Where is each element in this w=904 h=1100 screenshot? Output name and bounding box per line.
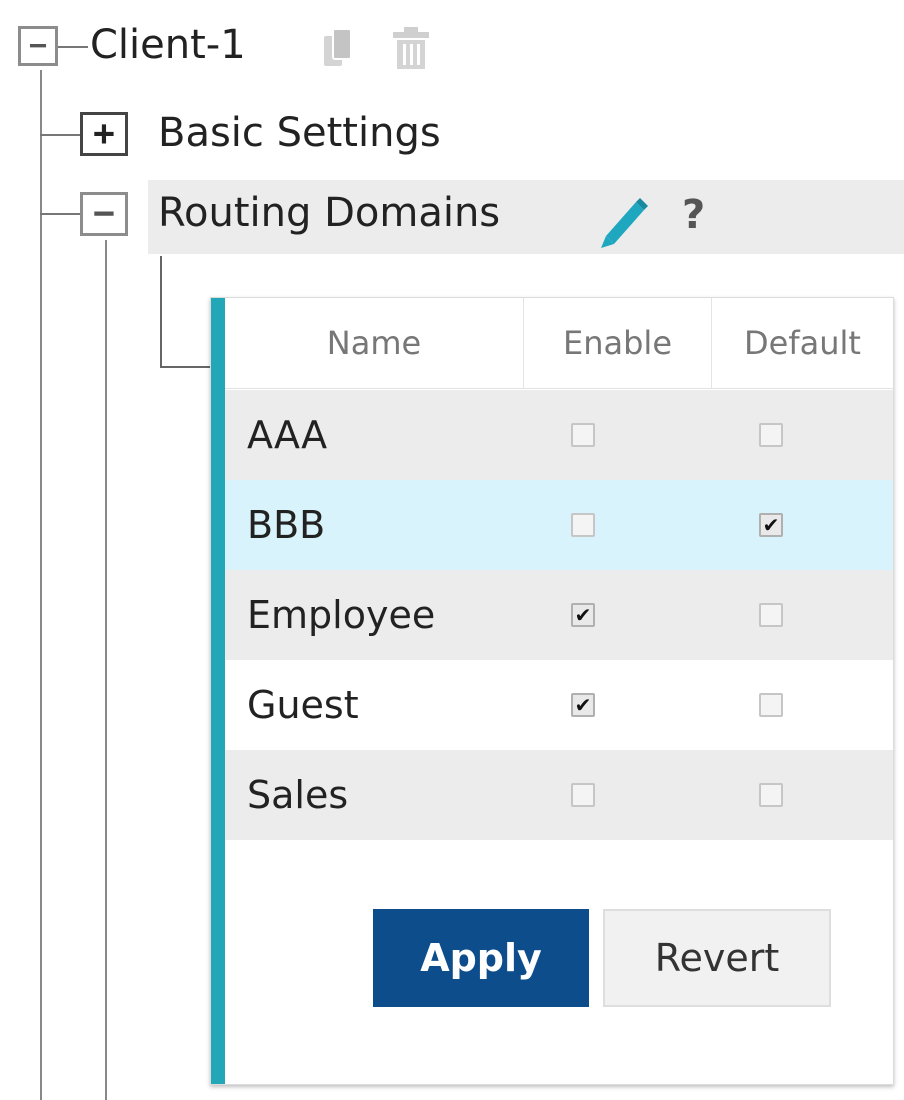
- table-row[interactable]: AAA: [225, 390, 893, 480]
- enable-checkbox[interactable]: [571, 783, 595, 807]
- routing-domains-panel: Name Enable Default AAA BBB ✔ Employee ✔ Gues…: [210, 297, 894, 1085]
- tree-line-routing-connector: [40, 213, 80, 215]
- column-header-name[interactable]: Name: [225, 298, 523, 388]
- tree-node-basic-settings[interactable]: Basic Settings: [158, 110, 441, 156]
- row-name: AAA: [247, 413, 328, 457]
- tree-node-routing-domains[interactable]: Routing Domains: [158, 190, 500, 236]
- enable-checkbox[interactable]: ✔: [571, 693, 595, 717]
- table-row[interactable]: BBB ✔: [225, 480, 893, 570]
- table-row[interactable]: Guest ✔: [225, 660, 893, 750]
- row-name: Guest: [247, 683, 359, 727]
- column-header-default[interactable]: Default: [711, 298, 893, 388]
- row-name: Sales: [247, 773, 349, 817]
- enable-checkbox[interactable]: [571, 513, 595, 537]
- trash-icon[interactable]: [390, 26, 432, 70]
- default-checkbox[interactable]: [759, 423, 783, 447]
- revert-button[interactable]: Revert: [603, 909, 831, 1007]
- table-header: Name Enable Default: [225, 298, 893, 389]
- basic-settings-expand-toggle[interactable]: +: [80, 112, 128, 156]
- tree-line-basic-connector: [40, 134, 80, 136]
- copy-icon[interactable]: [322, 26, 354, 70]
- enable-checkbox[interactable]: [571, 423, 595, 447]
- table-row[interactable]: Employee ✔: [225, 570, 893, 660]
- tree-line-root-label: [58, 46, 88, 48]
- column-header-enable[interactable]: Enable: [523, 298, 711, 388]
- row-name: BBB: [247, 503, 326, 547]
- default-checkbox[interactable]: [759, 693, 783, 717]
- pencil-icon[interactable]: [596, 192, 650, 250]
- routing-domains-collapse-toggle[interactable]: −: [80, 192, 128, 236]
- tree-line-panel-stub: [160, 256, 162, 368]
- tree-line-routing: [105, 240, 107, 1100]
- enable-checkbox[interactable]: ✔: [571, 603, 595, 627]
- default-checkbox[interactable]: [759, 603, 783, 627]
- default-checkbox[interactable]: ✔: [759, 513, 783, 537]
- table-row[interactable]: Sales: [225, 750, 893, 840]
- row-name: Employee: [247, 593, 436, 637]
- default-checkbox[interactable]: [759, 783, 783, 807]
- panel-accent-bar: [211, 298, 225, 1084]
- tree-line-root: [40, 70, 42, 1100]
- apply-button[interactable]: Apply: [373, 909, 589, 1007]
- tree-node-client-1[interactable]: Client-1: [90, 22, 246, 68]
- help-icon[interactable]: ?: [682, 192, 705, 238]
- client-1-collapse-toggle[interactable]: −: [18, 26, 58, 66]
- tree-line-panel-connector: [160, 366, 210, 368]
